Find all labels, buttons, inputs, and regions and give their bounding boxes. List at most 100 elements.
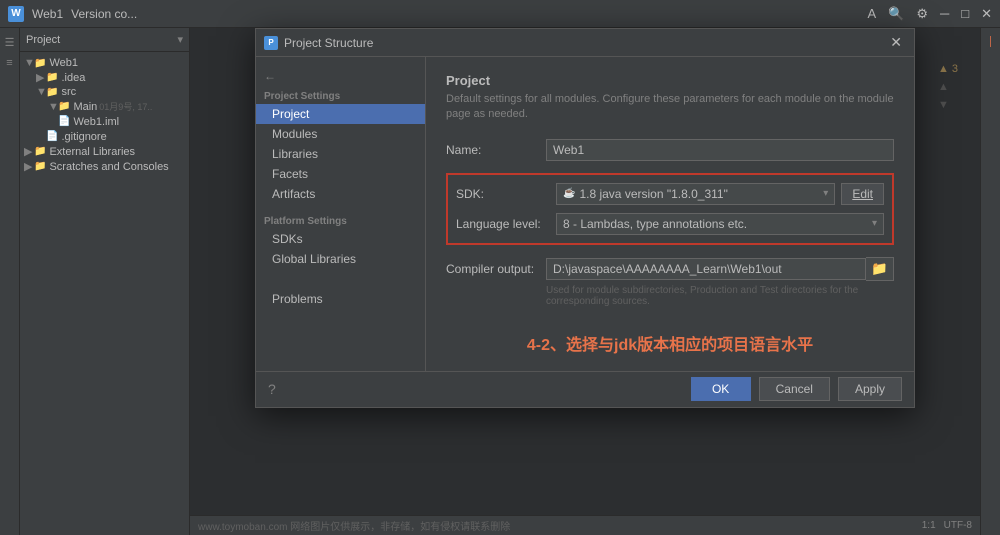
tree-label-idea: .idea [61, 72, 85, 84]
tree-item-gitignore[interactable]: ▶ 📄 .gitignore [20, 129, 189, 144]
dialog-close-button[interactable]: ✕ [886, 34, 906, 51]
language-level-row: Language level: 8 - Lambdas, type annota… [456, 213, 884, 235]
app-icon: W [8, 6, 24, 22]
arrow-src: ▼ [36, 86, 46, 98]
dialog-footer: ? OK Cancel Apply [256, 371, 914, 407]
left-icon-bar: ☰ ≡ [0, 28, 20, 535]
platform-settings-section: Platform Settings SDKs Global Libraries [256, 212, 425, 269]
name-row: Name: [446, 139, 894, 161]
sdk-edit-button[interactable]: Edit [841, 183, 884, 205]
arrow-scratches: ▶ [24, 160, 34, 173]
folder-icon-idea: 📁 [46, 72, 58, 83]
right-sidebar: — [980, 28, 1000, 535]
tree-item-web1iml[interactable]: ▶ 📄 Web1.iml [20, 114, 189, 129]
folder-icon-web1: 📁 [34, 58, 46, 69]
menu-item-project[interactable]: Project [256, 104, 425, 124]
top-bar: W Web1 Version co... A 🔍 ⚙ ─ □ ✕ [0, 0, 1000, 28]
search-icon[interactable]: 🔍 [888, 6, 904, 22]
menu-item-problems[interactable]: Problems [256, 289, 425, 309]
position-text: 1:1 [922, 520, 936, 531]
tree-item-src[interactable]: ▼ 📁 src [20, 85, 189, 99]
language-level-label: Language level: [456, 217, 556, 231]
version-label: Version co... [71, 7, 137, 21]
file-icon-gitignore: 📄 [46, 131, 58, 142]
folder-icon-main: 📁 [58, 101, 70, 112]
encoding-text: UTF-8 [944, 520, 972, 531]
status-bar: www.toymoban.com 网络图片仅供展示，非存储，如有侵权请联系删除 … [190, 515, 980, 535]
project-header-arrow: ▾ [177, 33, 183, 46]
compiler-browse-button[interactable]: 📁 [866, 257, 894, 281]
tree-item-idea[interactable]: ▶ 📁 .idea [20, 70, 189, 85]
cancel-button[interactable]: Cancel [759, 377, 830, 401]
structure-icon[interactable]: ≡ [6, 57, 12, 69]
platform-settings-header: Platform Settings [256, 212, 425, 229]
menu-item-artifacts[interactable]: Artifacts [256, 184, 425, 204]
compiler-output-row: Compiler output: 📁 [446, 257, 894, 281]
problems-section: Problems [256, 289, 425, 309]
back-arrow[interactable]: ← [256, 65, 284, 87]
tree-item-ext-libs[interactable]: ▶ 📁 External Libraries [20, 144, 189, 159]
tree-label-main: Main [73, 101, 97, 113]
project-settings-header: Project Settings [256, 87, 425, 104]
sdk-select-value: 1.8 java version "1.8.0_311" [579, 187, 727, 201]
name-input[interactable] [546, 139, 894, 161]
section-title: Project [446, 73, 894, 88]
project-header-label: Project [26, 34, 60, 46]
dialog-icon: P [264, 36, 278, 50]
arrow-web1iml: ▶ [48, 115, 58, 128]
arrow-idea: ▶ [36, 71, 46, 84]
maximize-icon[interactable]: □ [961, 6, 969, 21]
status-text: www.toymoban.com 网络图片仅供展示，非存储，如有侵权请联系删除 [198, 518, 510, 533]
dialog-content: Project Default settings for all modules… [426, 57, 914, 371]
tree-label-web1iml: Web1.iml [73, 116, 119, 128]
section-desc: Default settings for all modules. Config… [446, 92, 894, 123]
settings-icon[interactable]: ⚙ [916, 6, 928, 22]
minimize-icon[interactable]: ─ [940, 6, 949, 21]
top-bar-right: A 🔍 ⚙ ─ □ ✕ [868, 6, 993, 22]
sdk-select[interactable]: ☕ 1.8 java version "1.8.0_311" ▾ [556, 183, 835, 205]
menu-item-sdks[interactable]: SDKs [256, 229, 425, 249]
arrow-web1: ▼ [24, 57, 34, 69]
tree-item-main[interactable]: ▼ 📁 Main 01月9号, 17.. [20, 99, 189, 114]
dialog-left-menu: ← Project Settings Project Modules Libra… [256, 57, 426, 371]
tree-item-scratches[interactable]: ▶ 📁 Scratches and Consoles [20, 159, 189, 174]
sdk-label: SDK: [456, 187, 556, 201]
tree-label-scratches: Scratches and Consoles [49, 161, 168, 173]
ide-content: ☰ ≡ Project ▾ ▼ 📁 Web1 ▶ 📁 .idea [0, 28, 1000, 535]
tree-item-web1[interactable]: ▼ 📁 Web1 [20, 56, 189, 70]
arrow-ext-libs: ▶ [24, 145, 34, 158]
tree-label-src: src [61, 86, 76, 98]
project-structure-dialog: P Project Structure ✕ ← Project Settings [255, 28, 915, 408]
sdk-select-icon: ☕ [563, 188, 575, 199]
arrow-main: ▼ [48, 101, 58, 113]
compiler-output-label: Compiler output: [446, 262, 546, 276]
tree-label-ext-libs: External Libraries [49, 146, 135, 158]
annotation-text: 4-2、选择与jdk版本相应的项目语言水平 [446, 331, 894, 355]
close-window-icon[interactable]: ✕ [981, 6, 992, 22]
apply-button[interactable]: Apply [838, 377, 902, 401]
folder-icon-scratches: 📁 [34, 161, 46, 172]
menu-item-facets[interactable]: Facets [256, 164, 425, 184]
arrow-gitignore: ▶ [36, 130, 46, 143]
app-name: Web1 [32, 7, 63, 21]
ok-button[interactable]: OK [691, 377, 751, 401]
name-label: Name: [446, 143, 546, 157]
watermark-text: www.toymoban.com 网络图片仅供展示，非存储，如有侵权请联系删除 [198, 522, 510, 533]
menu-item-libraries[interactable]: Libraries [256, 144, 425, 164]
menu-item-global-libraries[interactable]: Global Libraries [256, 249, 425, 269]
project-icon[interactable]: ☰ [5, 36, 15, 49]
translate-icon[interactable]: A [868, 6, 877, 21]
tree-label-gitignore: .gitignore [61, 131, 106, 143]
folder-icon-ext-libs: 📁 [34, 146, 46, 157]
dialog-title: Project Structure [284, 36, 880, 50]
help-button[interactable]: ? [268, 381, 276, 397]
file-icon-web1iml: 📄 [58, 116, 70, 127]
language-level-select[interactable]: 8 - Lambdas, type annotations etc. ▾ [556, 213, 884, 235]
compiler-output-input[interactable] [546, 258, 866, 280]
main-area: ▲ 3 ▲ ▼ P Project Structure ✕ [190, 28, 980, 535]
language-level-value: 8 - Lambdas, type annotations etc. [563, 217, 747, 231]
menu-item-modules[interactable]: Modules [256, 124, 425, 144]
sdk-highlight-box: SDK: ☕ 1.8 java version "1.8.0_311" ▾ Ed… [446, 173, 894, 245]
compiler-input-wrap: 📁 [546, 257, 894, 281]
dialog-overlay: P Project Structure ✕ ← Project Settings [190, 28, 980, 535]
